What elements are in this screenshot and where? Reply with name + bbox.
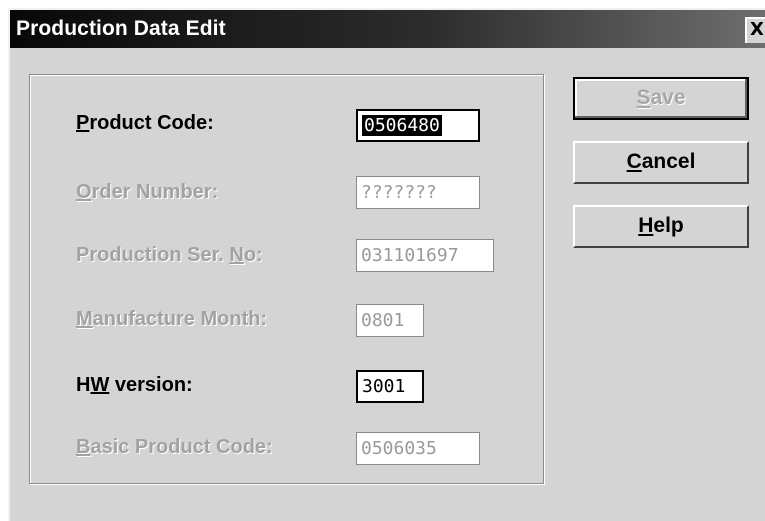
product-code-value: 0506480 — [362, 115, 442, 136]
production-ser-no-label: Production Ser. No: — [76, 243, 263, 267]
order-number-label: Order Number: — [76, 180, 218, 204]
production-ser-no-label-post: o: — [243, 244, 263, 266]
hw-version-value: 3001 — [362, 376, 406, 397]
basic-product-code-field[interactable]: 0506035 — [356, 432, 480, 465]
hw-version-label-post: version: — [109, 374, 193, 396]
title-bar[interactable]: Production Data Edit X — [10, 10, 765, 48]
help-accel: H — [638, 214, 654, 237]
manufacture-month-label: Manufacture Month: — [76, 307, 267, 331]
save-label: ave — [650, 86, 686, 109]
basic-product-code-label-text: asic Product Code: — [90, 436, 273, 458]
order-number-accel: O — [76, 181, 92, 203]
basic-product-code-value: 0506035 — [361, 438, 437, 459]
production-data-edit-dialog: Production Data Edit X Product Code: 050… — [8, 8, 765, 521]
manufacture-month-accel: M — [76, 308, 93, 330]
hw-version-label: HW version: — [76, 373, 193, 397]
basic-product-code-accel: B — [76, 436, 91, 458]
product-code-field[interactable]: 0506480 — [356, 109, 480, 142]
save-button[interactable]: Save — [573, 77, 749, 120]
save-accel: S — [636, 86, 651, 109]
product-code-label: Product Code: — [76, 111, 214, 135]
order-number-label-text: rder Number: — [91, 181, 219, 203]
product-code-label-text: roduct Code: — [89, 112, 214, 134]
production-ser-no-value: 031101697 — [361, 245, 459, 266]
manufacture-month-value: 0801 — [361, 310, 405, 331]
help-label: elp — [653, 214, 684, 237]
manufacture-month-label-text: anufacture Month: — [92, 308, 268, 330]
close-button[interactable]: X — [745, 17, 765, 43]
product-code-accel: P — [76, 112, 90, 134]
hw-version-accel: W — [90, 374, 110, 396]
cancel-label: ancel — [641, 150, 696, 173]
production-data-group: Product Code: 0506480 Order Number: ????… — [29, 74, 544, 484]
order-number-value: ??????? — [361, 182, 437, 203]
order-number-field[interactable]: ??????? — [356, 176, 480, 209]
hw-version-label-pre: H — [76, 374, 91, 396]
production-ser-no-label-pre: Production Ser. — [76, 244, 230, 266]
close-icon: X — [750, 19, 764, 40]
cancel-accel: C — [626, 150, 642, 173]
production-ser-no-accel: N — [229, 244, 244, 266]
window-title: Production Data Edit — [16, 17, 226, 40]
basic-product-code-label: Basic Product Code: — [76, 435, 273, 459]
hw-version-field[interactable]: 3001 — [356, 370, 424, 403]
cancel-button[interactable]: Cancel — [573, 141, 749, 184]
help-button[interactable]: Help — [573, 205, 749, 248]
production-ser-no-field[interactable]: 031101697 — [356, 239, 494, 272]
manufacture-month-field[interactable]: 0801 — [356, 304, 424, 337]
